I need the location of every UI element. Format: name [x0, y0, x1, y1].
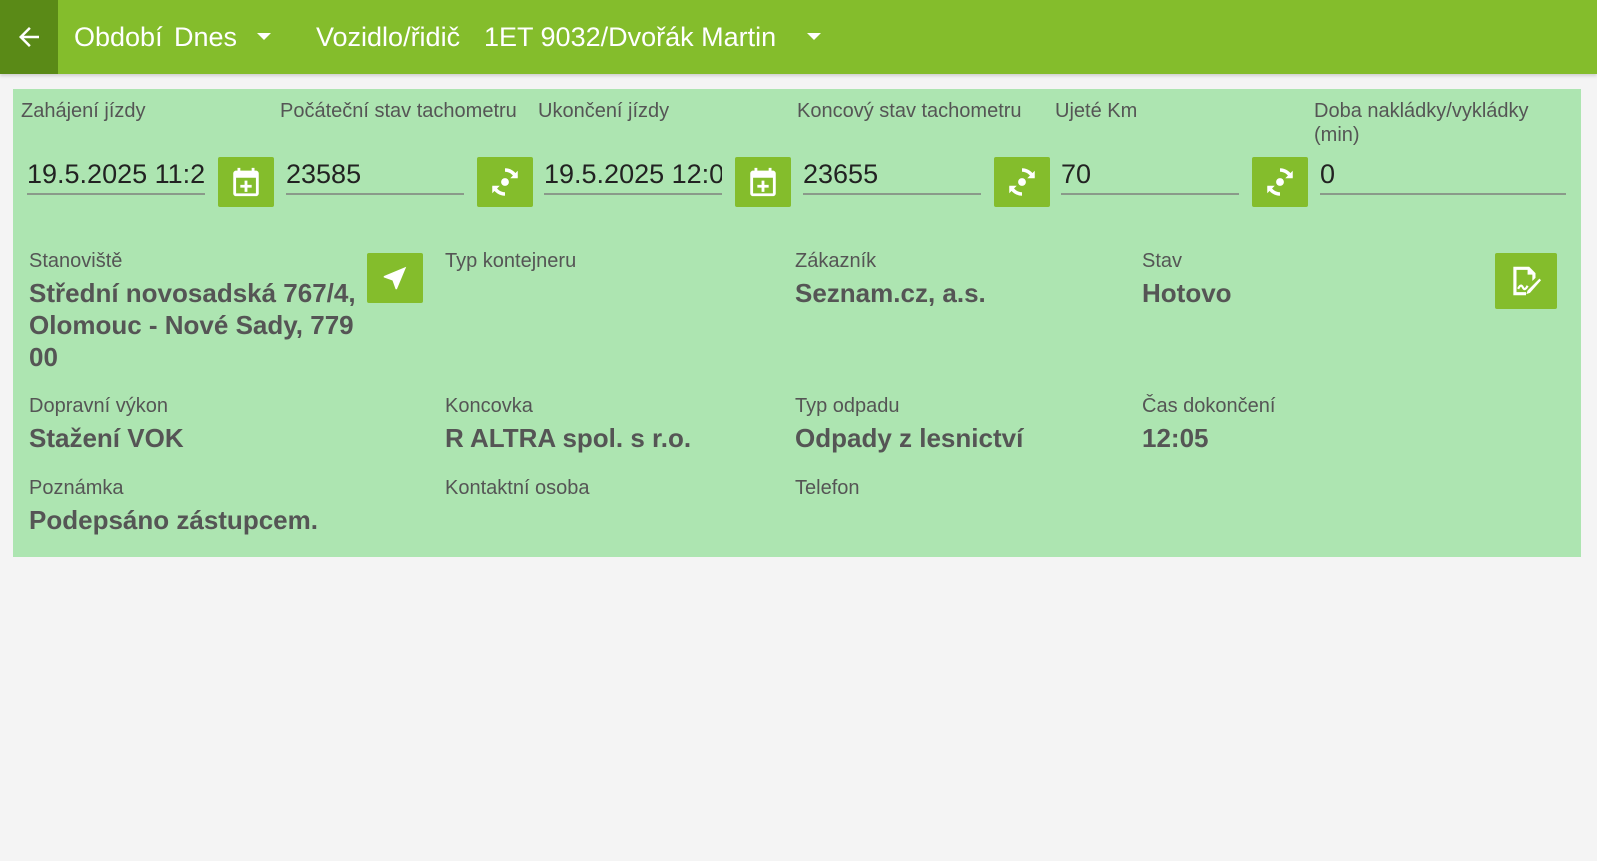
container-type-label: Typ kontejneru	[445, 250, 577, 272]
odo-start-refresh-button[interactable]	[477, 157, 533, 207]
start-label: Zahájení jízdy	[21, 100, 146, 122]
terminal-value: R ALTRA spol. s r.o.	[445, 423, 692, 453]
odo-end-refresh-button[interactable]	[994, 157, 1050, 207]
top-app-bar: Období Dnes Vozidlo/řidič 1ET 9032/Dvořá…	[0, 0, 1597, 74]
finish-time-value: 12:05	[1142, 423, 1209, 453]
odometer-start-input[interactable]	[286, 155, 464, 195]
odometer-end-input[interactable]	[803, 155, 981, 195]
calendar-plus-icon	[233, 167, 259, 197]
start-datetime-input[interactable]	[27, 155, 205, 195]
refresh-icon	[492, 168, 518, 196]
sign-edit-button[interactable]	[1495, 253, 1557, 309]
signature-edit-icon	[1513, 266, 1542, 296]
terminal-label: Koncovka	[445, 395, 533, 417]
note-label: Poznámka	[29, 477, 124, 499]
phone-label: Telefon	[795, 477, 860, 499]
end-label: Ukončení jízdy	[538, 100, 670, 122]
km-refresh-button[interactable]	[1252, 157, 1308, 207]
customer-value: Seznam.cz, a.s.	[795, 278, 986, 308]
transport-service-label: Dopravní výkon	[29, 395, 168, 417]
state-value: Hotovo	[1142, 278, 1232, 308]
refresh-icon	[1267, 168, 1293, 196]
navigation-arrow-icon	[383, 266, 407, 290]
km-label: Ujeté Km	[1055, 100, 1138, 122]
site-value: Střední novosadská 767/4, Olomouc - Nové…	[29, 278, 356, 372]
period-dropdown-icon[interactable]	[257, 33, 271, 40]
loading-time-label: Doba nakládky/vykládky (min)	[1314, 100, 1529, 146]
waste-type-value: Odpady z lesnictví	[795, 423, 1024, 453]
period-value[interactable]: Dnes	[174, 0, 237, 74]
waste-type-label: Typ odpadu	[795, 395, 900, 417]
site-label: Stanoviště	[29, 250, 123, 272]
start-calendar-button[interactable]	[218, 157, 274, 207]
vehicle-value[interactable]: 1ET 9032/Dvořák Martin	[484, 0, 776, 74]
refresh-icon	[1009, 168, 1035, 196]
transport-service-value: Stažení VOK	[29, 423, 184, 453]
odo-end-label: Koncový stav tachometru	[797, 100, 1022, 122]
finish-time-label: Čas dokončení	[1142, 395, 1276, 417]
state-label: Stav	[1142, 250, 1183, 272]
vehicle-label: Vozidlo/řidič	[316, 22, 461, 52]
end-datetime-input[interactable]	[544, 155, 722, 195]
vehicle-dropdown-icon[interactable]	[807, 33, 821, 40]
customer-label: Zákazník	[795, 250, 877, 272]
contact-person-label: Kontaktní osoba	[445, 477, 590, 499]
note-value: Podepsáno zástupcem.	[29, 505, 318, 535]
loading-time-input[interactable]	[1320, 155, 1566, 195]
calendar-plus-icon	[750, 167, 776, 197]
trip-detail-panel: Zahájení jízdy Počáteční stav tachometru…	[13, 89, 1581, 557]
end-calendar-button[interactable]	[735, 157, 791, 207]
driven-km-input[interactable]	[1061, 155, 1239, 195]
arrow-left-icon	[19, 27, 39, 47]
period-label: Období	[74, 22, 163, 52]
back-button[interactable]	[0, 0, 58, 74]
odo-start-label: Počáteční stav tachometru	[280, 100, 517, 122]
navigate-button[interactable]	[367, 253, 423, 303]
